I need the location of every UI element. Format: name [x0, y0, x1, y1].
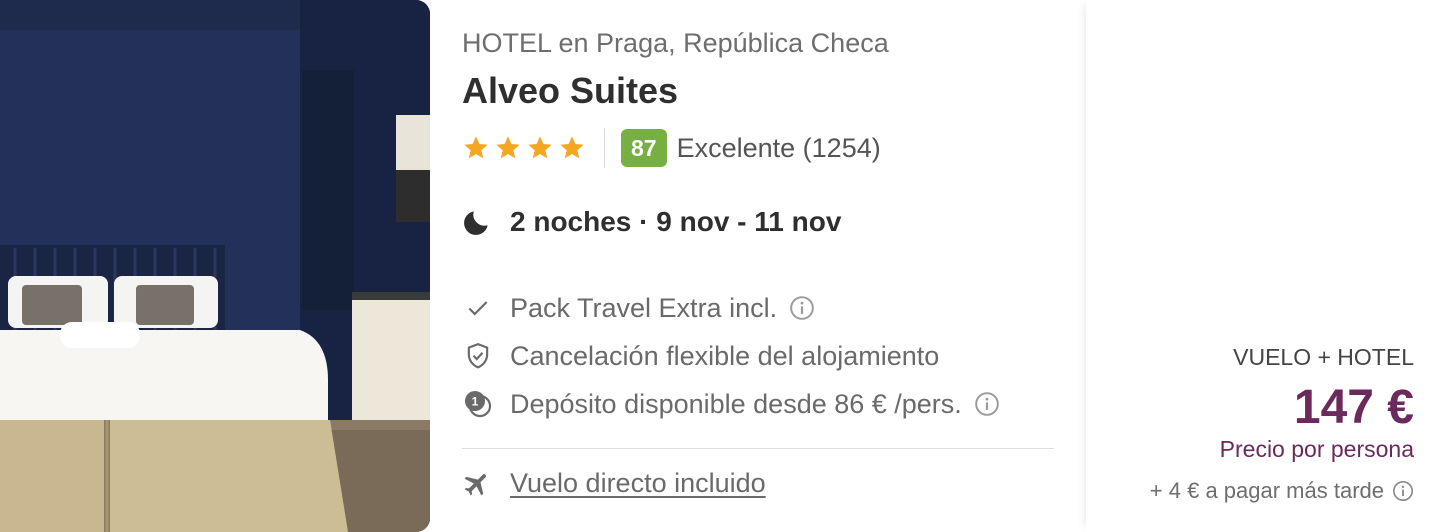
package-type: VUELO + HOTEL	[1233, 344, 1414, 370]
price-panel: VUELO + HOTEL 147 € Precio por persona +…	[1086, 0, 1444, 532]
stay-dates: 2 noches · 9 nov - 11 nov	[462, 206, 841, 238]
room-illustration	[0, 0, 430, 532]
star-icon	[528, 136, 552, 159]
pay-later-text: + 4 € a pagar más tarde	[1149, 478, 1384, 503]
features-list: Pack Travel Extra incl. Cancelación flex…	[462, 284, 1000, 428]
feature-label: Pack Travel Extra incl.	[510, 292, 778, 323]
check-icon	[462, 292, 494, 324]
flight-row: Vuelo directo incluido	[462, 468, 766, 499]
star-icon	[560, 136, 584, 159]
svg-text:1: 1	[472, 395, 479, 409]
star-icon	[464, 136, 488, 159]
hotel-name[interactable]: Alveo Suites	[462, 70, 678, 112]
star-icon	[496, 136, 520, 159]
moon-icon	[464, 211, 488, 235]
hotel-info: HOTEL en Praga, República Checa Alveo Su…	[462, 0, 1054, 532]
hotel-offer-card[interactable]: HOTEL en Praga, República Checa Alveo Su…	[0, 0, 1444, 532]
deposit-icon: 1	[462, 388, 494, 420]
stay-text: 2 noches · 9 nov - 11 nov	[510, 206, 842, 237]
plane-icon	[464, 473, 486, 495]
divider	[462, 448, 1054, 449]
score-badge: 87	[621, 129, 667, 167]
rating-row: 87 Excelente (1254)	[462, 128, 881, 168]
pay-later-note: + 4 € a pagar más tarde	[1150, 478, 1414, 504]
info-icon[interactable]	[1392, 480, 1414, 502]
info-icon[interactable]	[789, 295, 815, 321]
rating-divider	[604, 128, 605, 168]
feature-label: Cancelación flexible del alojamiento	[510, 340, 940, 371]
rating-text[interactable]: Excelente (1254)	[677, 133, 881, 164]
hotel-location: HOTEL en Praga, República Checa	[462, 28, 889, 58]
feature-flexible-cancellation: Cancelación flexible del alojamiento	[462, 332, 1000, 380]
feature-deposit: 1 Depósito disponible desde 86 € /pers.	[462, 380, 1000, 428]
direct-flight-link[interactable]: Vuelo directo incluido	[510, 468, 766, 499]
feature-label: Depósito disponible desde 86 € /pers.	[510, 388, 962, 419]
price-per-person: Precio por persona	[1219, 436, 1414, 462]
shield-icon	[462, 340, 494, 372]
info-icon[interactable]	[974, 391, 1000, 417]
feature-travel-pack: Pack Travel Extra incl.	[462, 284, 1000, 332]
price-amount[interactable]: 147 €	[1294, 380, 1414, 435]
hotel-room-photo[interactable]	[0, 0, 430, 532]
star-rating	[462, 134, 586, 162]
